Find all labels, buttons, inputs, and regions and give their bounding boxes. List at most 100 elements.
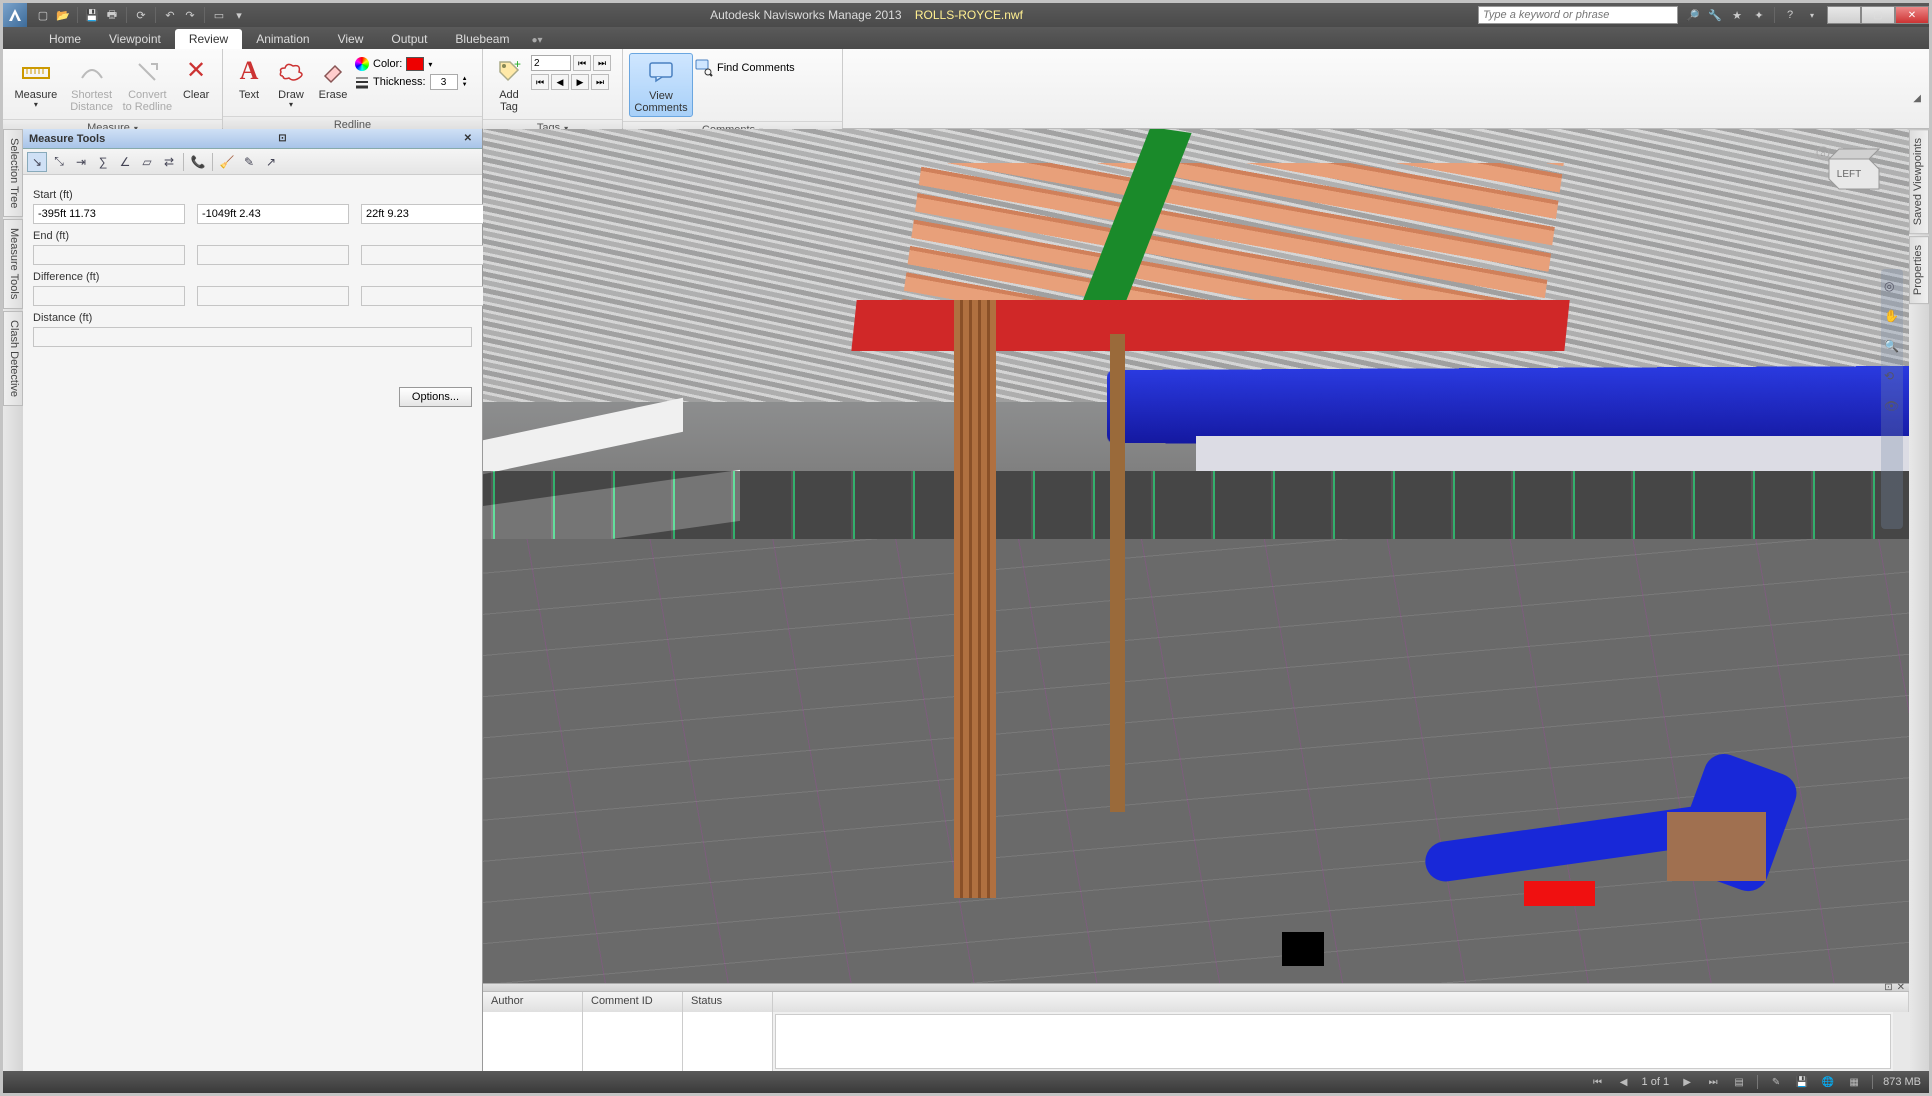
start-y-input[interactable] — [197, 204, 349, 224]
end-x-input[interactable] — [33, 245, 185, 265]
tab-saved-viewpoints[interactable]: Saved Viewpoints — [1909, 129, 1929, 234]
binoculars-icon[interactable]: 🔎 — [1684, 6, 1702, 24]
tab-view[interactable]: View — [324, 29, 378, 49]
tab-output[interactable]: Output — [377, 29, 441, 49]
navigation-bar[interactable]: ◎ ✋ 🔍 ⟲ 👁 — [1881, 269, 1903, 529]
viewcube[interactable]: LEFT ⌂ — [1809, 139, 1889, 209]
save-icon[interactable]: 💾 — [84, 7, 100, 23]
orbit-icon[interactable]: ⟲ — [1884, 369, 1900, 385]
measure-transform-icon[interactable]: ↗ — [261, 152, 281, 172]
sheet-prev-icon[interactable]: ◀ — [1616, 1074, 1632, 1090]
tab-selection-tree[interactable]: Selection Tree — [3, 129, 23, 217]
redo-icon[interactable]: ↷ — [182, 7, 198, 23]
perf-memory-icon[interactable]: ▦ — [1846, 1074, 1862, 1090]
close-button[interactable]: ✕ — [1895, 6, 1929, 24]
tag-go-first-icon[interactable]: ⏮ — [573, 55, 591, 71]
tab-home[interactable]: Home — [35, 29, 95, 49]
view-comments-button[interactable]: View Comments — [629, 53, 693, 117]
sheet-browser-icon[interactable]: ▤ — [1731, 1074, 1747, 1090]
steering-wheel-icon[interactable]: ◎ — [1884, 279, 1900, 295]
measure-angle-icon[interactable]: ∠ — [115, 152, 135, 172]
measure-lock-icon[interactable]: 📞 — [188, 152, 208, 172]
text-button[interactable]: A Text — [229, 53, 269, 103]
new-icon[interactable]: ▢ — [35, 7, 51, 23]
tag-prev-icon[interactable]: ◀ — [551, 74, 569, 90]
pin-icon[interactable]: ⊡ — [274, 133, 290, 144]
col-author[interactable]: Author — [483, 992, 583, 1012]
tag-next-icon[interactable]: ▶ — [571, 74, 589, 90]
tab-clash-detective[interactable]: Clash Detective — [3, 311, 23, 406]
sheet-first-icon[interactable]: ⏮ — [1590, 1074, 1606, 1090]
tab-overflow-icon[interactable]: ●▾ — [523, 32, 550, 49]
pan-icon[interactable]: ✋ — [1884, 309, 1900, 325]
help-dropdown-icon[interactable]: ▾ — [1803, 6, 1821, 24]
perf-pencil-icon[interactable]: ✎ — [1768, 1074, 1784, 1090]
measure-point-line-icon[interactable]: ⇥ — [71, 152, 91, 172]
measure-accumulate-icon[interactable]: ∑ — [93, 152, 113, 172]
measure-clear-icon[interactable]: 🧹 — [217, 152, 237, 172]
draw-button[interactable]: Draw▾ — [271, 53, 311, 112]
tab-measure-tools[interactable]: Measure Tools — [3, 219, 23, 308]
search-input[interactable] — [1478, 6, 1678, 24]
tag-last-icon[interactable]: ⏭ — [591, 74, 609, 90]
print-icon[interactable]: 🖶 — [104, 7, 120, 23]
minimize-button[interactable]: — — [1827, 6, 1861, 24]
key-icon[interactable]: 🔧 — [1706, 6, 1724, 24]
measure-multipoint-icon[interactable]: ⤡ — [49, 152, 69, 172]
tab-bluebeam[interactable]: Bluebeam — [441, 29, 523, 49]
measure-point-to-point-icon[interactable]: ↘ — [27, 152, 47, 172]
measure-convert-icon[interactable]: ✎ — [239, 152, 259, 172]
panel-title-bar[interactable]: Measure Tools ⊡ ✕ — [23, 129, 482, 149]
thickness-input[interactable] — [430, 74, 458, 90]
options-button[interactable]: Options... — [399, 387, 472, 407]
tab-animation[interactable]: Animation — [242, 29, 323, 49]
select-icon[interactable]: ▭ — [211, 7, 227, 23]
qat-dropdown-icon[interactable]: ▾ — [231, 7, 247, 23]
maximize-button[interactable]: ▢ — [1861, 6, 1895, 24]
measure-shortest-icon[interactable]: ⇄ — [159, 152, 179, 172]
help-icon[interactable]: ? — [1781, 6, 1799, 24]
color-dropdown-icon[interactable]: ▾ — [428, 60, 432, 69]
col-comment-id[interactable]: Comment ID — [583, 992, 683, 1012]
app-logo[interactable] — [3, 3, 27, 27]
sheet-next-icon[interactable]: ▶ — [1679, 1074, 1695, 1090]
measure-area-icon[interactable]: ▱ — [137, 152, 157, 172]
color-swatch[interactable] — [406, 57, 424, 71]
comments-scrollbar[interactable] — [1893, 1012, 1909, 1071]
perf-web-icon[interactable]: 🌐 — [1820, 1074, 1836, 1090]
perf-disk-icon[interactable]: 💾 — [1794, 1074, 1810, 1090]
sheet-last-icon[interactable]: ⏭ — [1705, 1074, 1721, 1090]
right-dock-tabs: Saved Viewpoints Properties — [1909, 129, 1929, 1071]
tab-review[interactable]: Review — [175, 29, 242, 49]
add-tag-button[interactable]: + Add Tag — [489, 53, 529, 115]
find-comments-button[interactable]: Find Comments — [695, 53, 795, 77]
distance-input[interactable] — [33, 327, 472, 347]
start-x-input[interactable] — [33, 204, 185, 224]
refresh-icon[interactable]: ⟳ — [133, 7, 149, 23]
diff-x-input[interactable] — [33, 286, 185, 306]
diff-y-input[interactable] — [197, 286, 349, 306]
tag-first-icon[interactable]: ⏮ — [531, 74, 549, 90]
thickness-down-icon[interactable]: ▼ — [462, 82, 468, 88]
erase-button[interactable]: Erase — [313, 53, 353, 103]
tab-properties[interactable]: Properties — [1909, 236, 1929, 304]
end-y-input[interactable] — [197, 245, 349, 265]
col-status[interactable]: Status — [683, 992, 773, 1012]
ribbon-tabs: Home Viewpoint Review Animation View Out… — [3, 27, 1929, 49]
tag-number-input[interactable] — [531, 55, 571, 71]
zoom-icon[interactable]: 🔍 — [1884, 339, 1900, 355]
thickness-label: Thickness: — [373, 76, 426, 88]
svg-text:LEFT: LEFT — [1837, 169, 1861, 180]
exchange-icon[interactable]: ✦ — [1750, 6, 1768, 24]
clear-button[interactable]: ✕ Clear — [176, 53, 216, 103]
measure-button[interactable]: Measure▾ — [9, 53, 63, 112]
ribbon-expand-icon[interactable]: ◢ — [1911, 91, 1923, 106]
viewport-3d[interactable]: LEFT ⌂ ◎ ✋ 🔍 ⟲ 👁 — [483, 129, 1909, 983]
panel-close-icon[interactable]: ✕ — [460, 133, 476, 144]
star-icon[interactable]: ★ — [1728, 6, 1746, 24]
tag-go-last-icon[interactable]: ⏭ — [593, 55, 611, 71]
undo-icon[interactable]: ↶ — [162, 7, 178, 23]
look-icon[interactable]: 👁 — [1884, 399, 1900, 415]
open-icon[interactable]: 📂 — [55, 7, 71, 23]
tab-viewpoint[interactable]: Viewpoint — [95, 29, 175, 49]
